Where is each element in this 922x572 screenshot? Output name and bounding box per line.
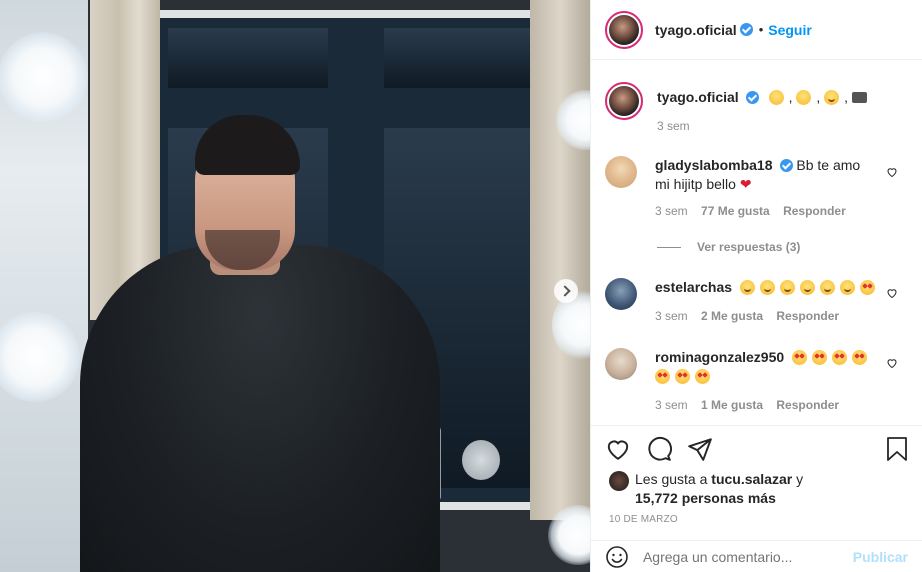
star-eyes-emoji-icon	[675, 369, 690, 384]
comment-username[interactable]: gladyslabomba18	[655, 157, 773, 173]
caption-time[interactable]: 3 sem	[657, 119, 690, 133]
avatar[interactable]	[609, 471, 629, 491]
avatar[interactable]	[605, 10, 643, 49]
post-actions: Les gusta a tucu.salazar y 15,772 person…	[591, 425, 922, 525]
post-date[interactable]: 10 DE MARZO	[609, 514, 678, 525]
send-icon[interactable]	[687, 436, 713, 462]
comment-username[interactable]: estelarchas	[655, 279, 732, 295]
comment-likes[interactable]: 2 Me gusta	[701, 309, 763, 323]
heart-icon[interactable]	[605, 436, 631, 462]
star-eyes-emoji-icon	[655, 369, 670, 384]
verified-icon	[745, 91, 759, 104]
liker-username[interactable]: tucu.salazar	[711, 471, 792, 487]
likes-count[interactable]: 15,772 personas más	[635, 490, 776, 506]
comment-likes[interactable]: 1 Me gusta	[701, 398, 763, 412]
emoji-icon	[839, 280, 855, 295]
red-heart-emoji-icon: ❤	[739, 176, 752, 192]
publish-button[interactable]: Publicar	[853, 549, 908, 565]
star-eyes-emoji-icon	[832, 350, 848, 365]
view-replies-button[interactable]: Ver respuestas (3)	[657, 240, 800, 254]
curtain	[530, 0, 590, 520]
avatar[interactable]	[605, 348, 637, 380]
post-sidebar: tyago.oficial • Seguir tyago.oficial , ,…	[590, 0, 922, 572]
emoji-icon	[796, 90, 812, 105]
comment: estelarchas 3 sem 2 Me gusta Responder	[605, 278, 885, 323]
comment-input[interactable]	[642, 548, 853, 565]
post-header: tyago.oficial • Seguir	[591, 0, 922, 60]
comment-icon[interactable]	[646, 436, 672, 462]
star-eyes-emoji-icon	[852, 350, 868, 365]
comment: rominagonzalez950 3 sem 1 Me gusta Respo…	[605, 348, 885, 412]
star-eyes-emoji-icon	[792, 350, 808, 365]
like-comment-heart-icon[interactable]	[886, 357, 898, 369]
verified-icon	[779, 159, 793, 172]
reply-button[interactable]: Responder	[776, 309, 839, 323]
post-media[interactable]	[0, 0, 590, 572]
post-username[interactable]: tyago.oficial	[655, 22, 737, 38]
barber-cape	[80, 245, 440, 572]
emoji-icon	[819, 280, 835, 295]
star-eyes-emoji-icon	[859, 280, 875, 295]
reply-button[interactable]: Responder	[776, 398, 839, 412]
star-eyes-emoji-icon	[695, 369, 710, 384]
emoji-icon	[759, 280, 775, 295]
comment-time[interactable]: 3 sem	[655, 204, 688, 218]
comment-time[interactable]: 3 sem	[655, 398, 688, 412]
bookmark-icon[interactable]	[885, 436, 909, 462]
likes-middle: y	[792, 471, 804, 487]
avatar[interactable]	[605, 156, 637, 188]
emoji-icon	[799, 280, 815, 295]
caption: tyago.oficial , , , 3 sem	[605, 82, 872, 133]
hand-mirror	[462, 440, 500, 480]
camera-emoji-icon	[851, 92, 867, 103]
like-comment-heart-icon[interactable]	[886, 166, 898, 178]
comment: gladyslabomba18 Bb te amo mi hijitp bell…	[605, 156, 875, 218]
emoji-icon	[768, 90, 784, 105]
follow-button[interactable]: Seguir	[768, 22, 812, 38]
emoji-icon	[739, 280, 755, 295]
verified-icon	[739, 23, 753, 36]
emoji-icon	[824, 90, 840, 105]
reply-button[interactable]: Responder	[783, 204, 846, 218]
emoji-icon[interactable]	[605, 545, 629, 569]
mirror-bulb	[0, 32, 88, 122]
comment-time[interactable]: 3 sem	[655, 309, 688, 323]
avatar[interactable]	[605, 278, 637, 310]
caption-username[interactable]: tyago.oficial	[657, 89, 739, 105]
add-comment-bar: Publicar	[591, 540, 922, 572]
avatar[interactable]	[605, 82, 643, 120]
likes-prefix: Les gusta a	[635, 471, 712, 487]
comments-list[interactable]: tyago.oficial , , , 3 sem gladyslabomba1…	[591, 60, 922, 425]
chevron-right-icon[interactable]	[554, 279, 578, 303]
like-comment-heart-icon[interactable]	[886, 287, 898, 299]
separator-dot: •	[758, 22, 764, 37]
emoji-icon	[779, 280, 795, 295]
star-eyes-emoji-icon	[812, 350, 828, 365]
likes-summary[interactable]: Les gusta a tucu.salazar y 15,772 person…	[609, 470, 803, 508]
view-replies-label: Ver respuestas (3)	[697, 240, 801, 254]
comment-likes[interactable]: 77 Me gusta	[701, 204, 770, 218]
comment-username[interactable]: rominagonzalez950	[655, 349, 784, 365]
